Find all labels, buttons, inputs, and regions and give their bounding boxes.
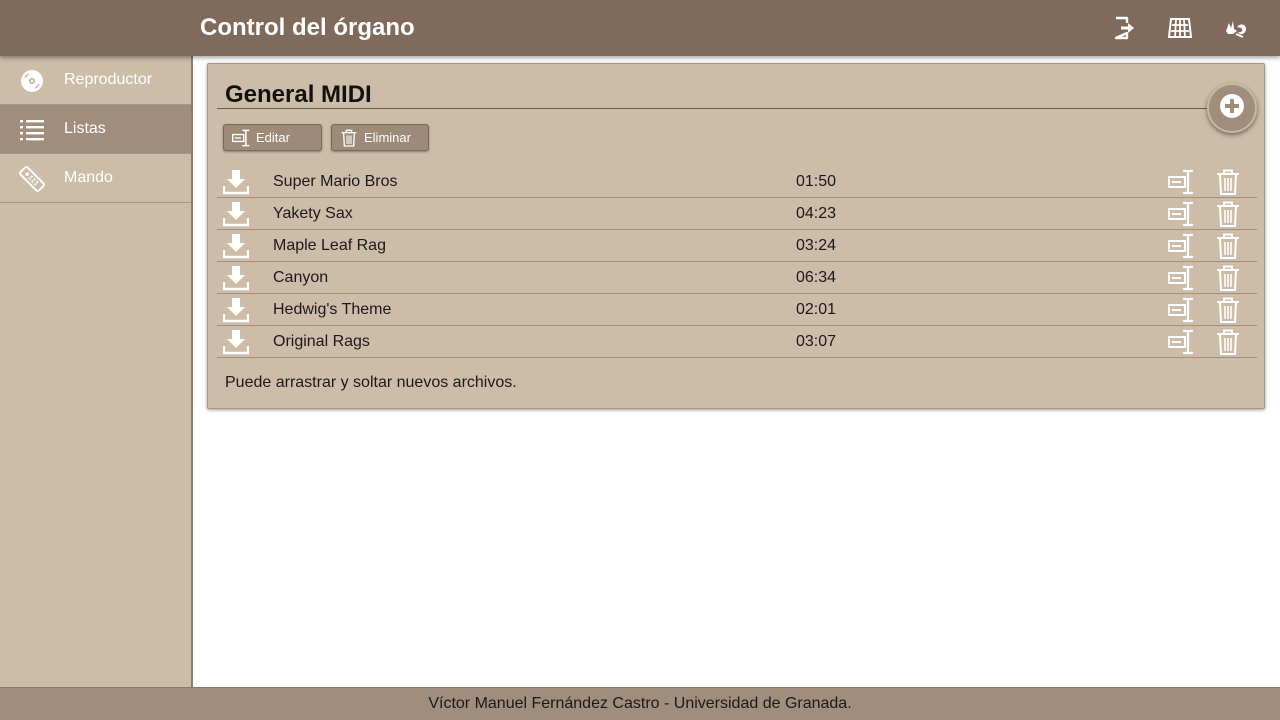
trash-icon[interactable] [1216, 297, 1240, 323]
song-duration: 03:24 [796, 237, 837, 254]
edit-text-icon[interactable] [1168, 329, 1194, 355]
edit-text-icon [232, 129, 250, 147]
logout-icon[interactable] [1108, 12, 1140, 44]
divider [217, 108, 1257, 109]
trash-icon[interactable] [1216, 233, 1240, 259]
download-icon[interactable] [222, 233, 250, 259]
keyboard-icon[interactable] [1164, 12, 1196, 44]
edit-label: Editar [256, 130, 290, 145]
edit-text-icon[interactable] [1168, 265, 1194, 291]
footer: Víctor Manuel Fernández Castro - Univers… [0, 687, 1280, 720]
app-title: Control del órgano [200, 14, 415, 41]
song-name: Original Rags [273, 333, 370, 350]
add-song-button[interactable] [1207, 83, 1257, 133]
song-row[interactable]: Hedwig's Theme 02:01 [217, 294, 1257, 326]
song-row[interactable]: Super Mario Bros 01:50 [217, 166, 1257, 198]
download-icon[interactable] [222, 201, 250, 227]
song-list: Super Mario Bros 01:50 Yakety Sax 04:23 … [217, 166, 1257, 358]
sidebar-item-reproductor[interactable]: Reproductor [0, 56, 191, 105]
edit-text-icon[interactable] [1168, 201, 1194, 227]
edit-playlist-button[interactable]: Editar [223, 124, 322, 151]
trash-icon[interactable] [1216, 265, 1240, 291]
song-name: Maple Leaf Rag [273, 237, 386, 254]
song-name: Yakety Sax [273, 205, 353, 222]
add-circle-icon [1219, 93, 1245, 124]
song-duration: 02:01 [796, 301, 837, 318]
song-name: Super Mario Bros [273, 173, 398, 190]
sidebar-item-label: Listas [64, 120, 106, 137]
delete-playlist-button[interactable]: Eliminar [331, 124, 429, 151]
download-icon[interactable] [222, 297, 250, 323]
download-icon[interactable] [222, 169, 250, 195]
song-row[interactable]: Original Rags 03:07 [217, 326, 1257, 358]
trash-icon[interactable] [1216, 329, 1240, 355]
sidebar-item-label: Reproductor [64, 71, 153, 88]
sidebar-item-mando[interactable]: Mando [0, 154, 191, 203]
trash-icon [340, 129, 358, 147]
sidebar: Reproductor Listas Mando [0, 56, 193, 687]
drag-drop-hint: Puede arrastrar y soltar nuevos archivos… [225, 374, 517, 391]
remote-control-icon [19, 166, 45, 192]
download-icon[interactable] [222, 329, 250, 355]
edit-text-icon[interactable] [1168, 297, 1194, 323]
playlist-title: General MIDI [225, 81, 372, 108]
top-bar: Control del órgano [0, 0, 1280, 56]
playlist-card: General MIDI Editar Eliminar Super Mario… [207, 63, 1265, 409]
trash-icon[interactable] [1216, 169, 1240, 195]
delete-label: Eliminar [364, 130, 411, 145]
song-row[interactable]: Maple Leaf Rag 03:24 [217, 230, 1257, 262]
sidebar-item-label: Mando [64, 169, 113, 186]
download-icon[interactable] [222, 265, 250, 291]
song-name: Canyon [273, 269, 329, 286]
song-duration: 06:34 [796, 269, 837, 286]
song-row[interactable]: Yakety Sax 04:23 [217, 198, 1257, 230]
disc-icon [19, 68, 45, 94]
song-name: Hedwig's Theme [273, 301, 392, 318]
list-icon [19, 117, 45, 143]
song-duration: 01:50 [796, 173, 837, 190]
song-duration: 03:07 [796, 333, 837, 350]
edit-text-icon[interactable] [1168, 169, 1194, 195]
song-row[interactable]: Canyon 06:34 [217, 262, 1257, 294]
song-duration: 04:23 [796, 205, 837, 222]
trash-icon[interactable] [1216, 201, 1240, 227]
sign-language-icon[interactable] [1220, 12, 1252, 44]
sidebar-item-listas[interactable]: Listas [0, 105, 191, 154]
edit-text-icon[interactable] [1168, 233, 1194, 259]
